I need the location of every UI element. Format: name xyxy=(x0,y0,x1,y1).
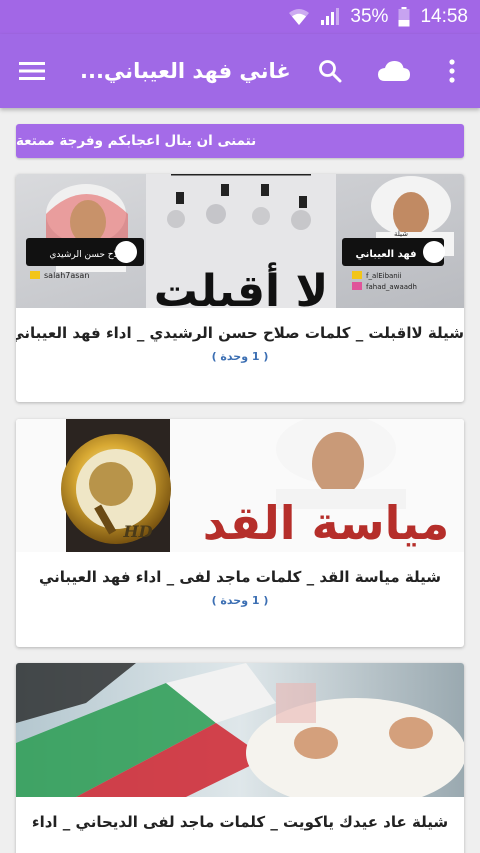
app-title: أغاني فهد العيباني... xyxy=(80,59,290,83)
left-name: صلاح حسن الرشيدي xyxy=(49,250,126,260)
left-handle: salah7asan xyxy=(44,271,89,280)
card-thumbnail: HD مياسة القد xyxy=(16,419,464,552)
card-thumbnail: صلاح حسن الرشيدي فهد العيباني شيلة salah… xyxy=(16,174,464,308)
marquee-banner: نتمنى ان ينال اعجابكم وفرجة ممتعة xyxy=(16,124,464,158)
banner-text: نتمنى ان ينال اعجابكم وفرجة ممتعة xyxy=(16,133,257,149)
small-label: شيلة xyxy=(394,230,408,238)
card-count: ( 1 وحدة ) xyxy=(211,594,269,607)
thumbnail-art: صلاح حسن الرشيدي فهد العيباني شيلة salah… xyxy=(16,174,464,308)
big-title-art: مياسة القد xyxy=(203,496,449,550)
song-card[interactable]: شيلة عاد عيدك ياكويت _ كلمات ماجد لفى ال… xyxy=(16,663,464,853)
card-count: ( 1 وحدة ) xyxy=(211,350,269,363)
more-vert-icon[interactable] xyxy=(428,34,476,108)
menu-icon[interactable] xyxy=(8,34,56,108)
logo-text: HD xyxy=(123,522,153,541)
battery-percent: 35% xyxy=(350,6,389,27)
right-handle-2: fahad_awaadh xyxy=(366,283,417,291)
card-thumbnail xyxy=(16,663,464,797)
card-title: شيلة مياسة القد _ كلمات ماجد لفى _ اداء … xyxy=(38,568,441,586)
right-name: فهد العيباني xyxy=(355,249,416,260)
card-title: شيلة لااقبلت _ كلمات صلاح حسن الرشيدي _ … xyxy=(16,324,464,342)
app-bar: أغاني فهد العيباني... xyxy=(0,34,480,108)
right-handle-1: f_alEibanii xyxy=(366,272,402,280)
thumbnail-art: HD مياسة القد xyxy=(16,419,464,552)
status-bar: 35% 14:58 xyxy=(0,0,480,34)
wifi-icon xyxy=(288,8,310,26)
song-card[interactable]: صلاح حسن الرشيدي فهد العيباني شيلة salah… xyxy=(16,174,464,402)
signal-icon xyxy=(320,8,340,26)
card-title: شيلة عاد عيدك ياكويت _ كلمات ماجد لفى ال… xyxy=(31,813,449,831)
clock: 14:58 xyxy=(420,6,468,27)
search-icon[interactable] xyxy=(306,34,354,108)
cloud-icon[interactable] xyxy=(370,34,418,108)
battery-icon xyxy=(398,7,410,27)
big-title-art: لا أقبلت xyxy=(154,262,328,308)
song-card[interactable]: HD مياسة القد شيلة مياسة القد _ كلمات ما… xyxy=(16,419,464,647)
thumbnail-art xyxy=(16,663,464,797)
